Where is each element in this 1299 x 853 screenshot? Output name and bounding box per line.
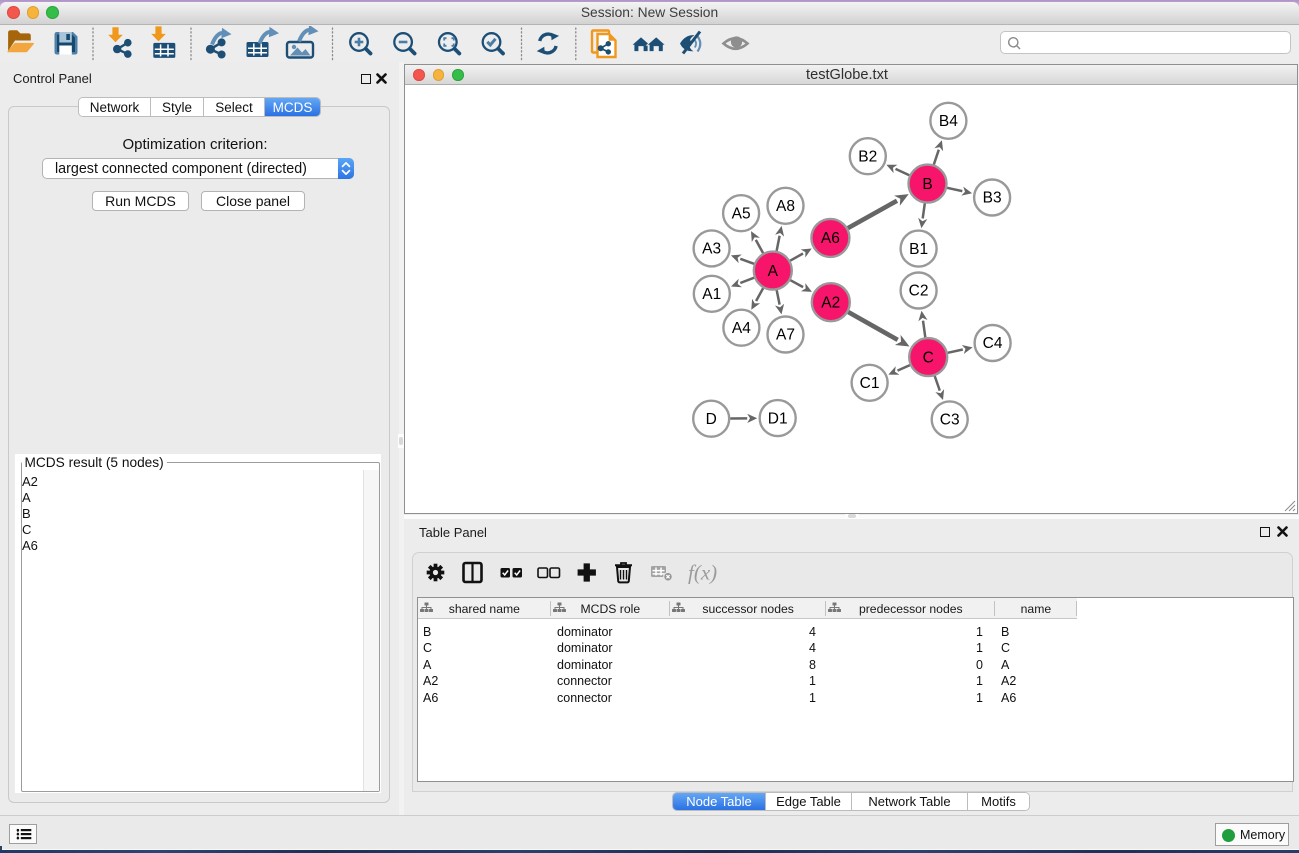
svg-text:B2: B2	[858, 148, 877, 165]
svg-text:B3: B3	[983, 190, 1002, 207]
svg-text:A5: A5	[732, 205, 751, 222]
svg-text:A6: A6	[821, 230, 840, 247]
svg-text:B1: B1	[909, 241, 928, 258]
svg-text:C1: C1	[860, 375, 880, 392]
svg-text:A1: A1	[702, 286, 721, 303]
svg-text:A3: A3	[702, 241, 721, 258]
svg-text:C3: C3	[940, 412, 960, 429]
svg-text:A2: A2	[821, 294, 840, 311]
svg-text:B: B	[922, 176, 932, 193]
svg-text:D1: D1	[768, 410, 788, 427]
svg-text:B4: B4	[939, 113, 958, 130]
svg-text:A4: A4	[732, 320, 751, 337]
svg-text:A: A	[768, 263, 779, 280]
svg-text:C4: C4	[983, 335, 1003, 352]
svg-text:f(x): f(x)	[688, 561, 717, 585]
svg-text:C2: C2	[909, 283, 929, 300]
svg-text:A8: A8	[776, 198, 795, 215]
svg-text:D: D	[706, 411, 717, 428]
svg-text:A7: A7	[776, 327, 795, 344]
svg-text:C: C	[923, 349, 934, 366]
